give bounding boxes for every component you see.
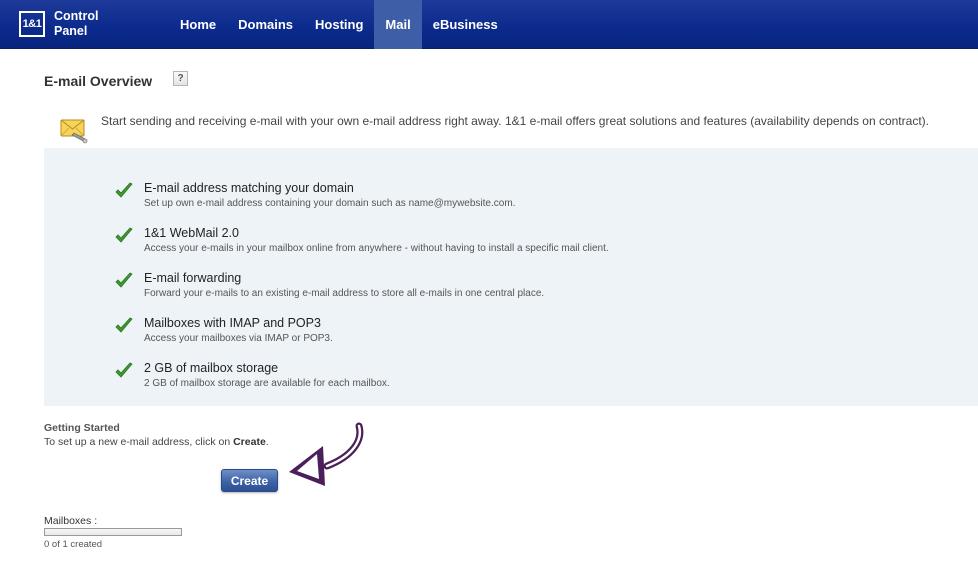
intro-text: Start sending and receiving e-mail with …	[101, 114, 929, 128]
nav-ebusiness[interactable]: eBusiness	[422, 0, 509, 49]
mailboxes-progress-bar	[44, 528, 182, 536]
arrow-icon	[289, 422, 364, 486]
envelope-icon	[60, 119, 88, 144]
nav-mail[interactable]: Mail	[374, 0, 422, 49]
feature-description: Access your e-mails in your mailbox onli…	[144, 243, 609, 254]
feature-title: 1&1 WebMail 2.0	[144, 226, 239, 240]
app-name-line1: Control	[54, 9, 99, 23]
mailboxes-count: 0 of 1 created	[44, 539, 103, 550]
feature-title: 2 GB of mailbox storage	[144, 361, 279, 375]
nav-hosting[interactable]: Hosting	[304, 0, 374, 49]
feature-title: Mailboxes with IMAP and POP3	[144, 316, 321, 330]
getting-started-prefix: To set up a new e-mail address, click on	[44, 436, 234, 448]
feature-title: E-mail address matching your domain	[144, 181, 354, 195]
check-icon	[115, 362, 133, 378]
help-icon[interactable]: ?	[173, 71, 188, 86]
app-name: Control Panel	[54, 9, 98, 38]
feature-description: Set up own e-mail address containing you…	[144, 198, 516, 209]
feature-description: Forward your e-mails to an existing e-ma…	[144, 288, 545, 299]
feature-title: E-mail forwarding	[144, 271, 242, 285]
brand-logo[interactable]: 1&1	[19, 11, 45, 37]
getting-started-suffix: .	[265, 436, 269, 448]
check-icon	[115, 182, 133, 198]
create-button[interactable]: Create	[221, 469, 278, 492]
top-navigation-bar: 1&1 Control Panel Home Domains Hosting M…	[0, 0, 978, 49]
app-name-line2: Panel	[54, 23, 88, 38]
mailboxes-label: Mailboxes :	[44, 515, 98, 527]
page-title: E-mail Overview	[44, 73, 153, 89]
check-icon	[115, 227, 133, 243]
nav-home[interactable]: Home	[169, 0, 227, 49]
feature-description: Access your mailboxes via IMAP or POP3.	[144, 333, 333, 344]
nav-domains[interactable]: Domains	[227, 0, 304, 49]
check-icon	[115, 317, 133, 333]
check-icon	[115, 272, 133, 288]
main-nav: Home Domains Hosting Mail eBusiness	[169, 0, 509, 49]
getting-started-text: To set up a new e-mail address, click on…	[44, 436, 269, 448]
features-panel: E-mail address matching your domain Set …	[44, 148, 978, 406]
getting-started-title: Getting Started	[44, 422, 120, 434]
feature-description: 2 GB of mailbox storage are available fo…	[144, 378, 390, 389]
getting-started-strong: Create	[233, 436, 266, 448]
